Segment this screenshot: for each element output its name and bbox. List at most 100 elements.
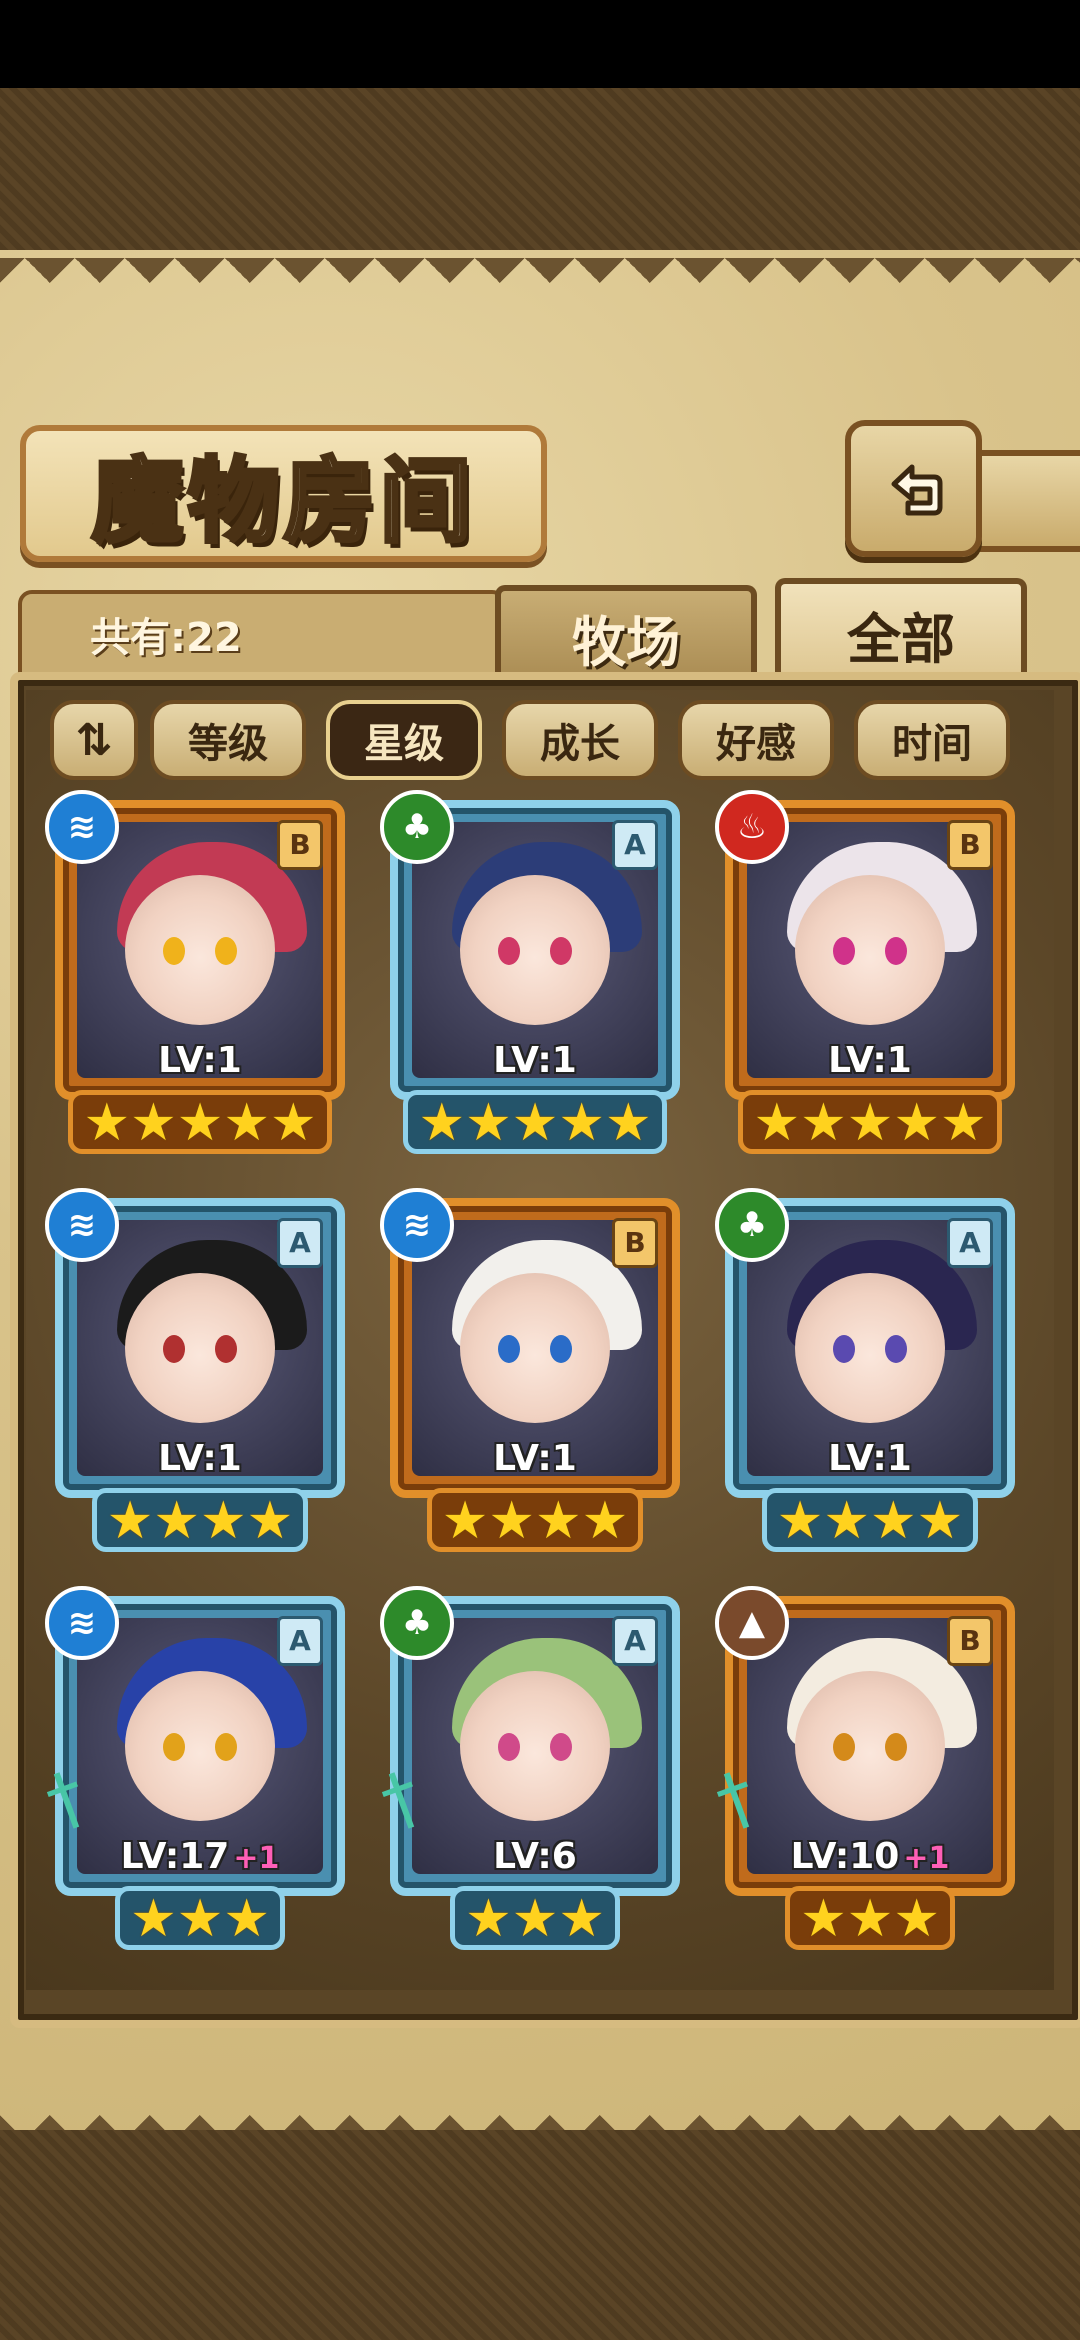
star-icon: ★ [916, 1491, 964, 1551]
star-icon: ★ [846, 1889, 894, 1949]
star-icon: ★ [604, 1093, 652, 1153]
filter-affection-button[interactable]: 好感 [678, 700, 834, 780]
fire-element-icon: ♨ [715, 790, 789, 864]
rank-badge: B [947, 1616, 993, 1666]
title-plate: 魔物房间 [20, 425, 547, 562]
filter-affection-label: 好感 [716, 721, 796, 767]
star-rating-frame: ★ ★ ★ ★ ★ [68, 1090, 332, 1154]
monster-face [125, 875, 275, 1025]
monster-card[interactable]: B LV:1 ≋ ★ ★ ★ ★ ★ [45, 790, 355, 1160]
level-value: LV:1 [158, 1040, 242, 1081]
star-icon: ★ [776, 1491, 824, 1551]
star-icon: ★ [800, 1889, 847, 1949]
star-rating-frame: ★ ★ ★ ★ ★ [403, 1090, 667, 1154]
level-value: LV:1 [158, 1438, 242, 1479]
monster-face [125, 1671, 275, 1821]
filter-time-button[interactable]: 时间 [854, 700, 1010, 780]
wood-element-icon: ♣ [380, 1586, 454, 1660]
star-icon: ★ [223, 1093, 270, 1153]
star-rating-frame: ★ ★ ★ ★ [91, 1488, 309, 1552]
monster-card[interactable]: A LV:1 ♣ ★ ★ ★ ★ [715, 1188, 1025, 1558]
level-value: LV:1 [493, 1438, 577, 1479]
tab-all-label: 全部 [847, 607, 955, 671]
top-zigzag-border [0, 258, 1080, 308]
star-icon: ★ [511, 1093, 559, 1153]
star-rating: ★ ★ ★ ★ ★ [45, 1090, 355, 1154]
star-icon: ★ [800, 1093, 847, 1153]
level-label: LV:1 [733, 1438, 1007, 1479]
monster-count: 共有:22 [90, 615, 242, 661]
star-icon: ★ [200, 1491, 247, 1551]
star-icon: ★ [511, 1889, 559, 1949]
monster-card[interactable]: A LV:17 +1 ≋ † ★ ★ ★ [35, 1586, 355, 1956]
star-rating: ★ ★ ★ ★ [715, 1488, 1025, 1552]
monster-card[interactable]: B LV:1 ≋ ★ ★ ★ ★ [380, 1188, 690, 1558]
water-element-icon: ≋ [45, 1586, 119, 1660]
level-label: LV:1 [398, 1438, 672, 1479]
monster-card[interactable]: B LV:1 ♨ ★ ★ ★ ★ ★ [715, 790, 1025, 1160]
star-icon: ★ [558, 1889, 605, 1949]
star-icon: ★ [846, 1093, 894, 1153]
tab-ranch-label: 牧场 [572, 610, 680, 674]
star-icon: ★ [246, 1491, 294, 1551]
star-rating-frame: ★ ★ ★ ★ [761, 1488, 979, 1552]
star-rating-frame: ★ ★ ★ ★ ★ [738, 1090, 1002, 1154]
star-rating-frame: ★ ★ ★ ★ [426, 1488, 644, 1552]
tab-ranch[interactable]: 牧场 [495, 585, 757, 683]
sort-order-toggle[interactable]: ⇅ [50, 700, 138, 780]
monster-face [460, 1273, 610, 1423]
star-icon: ★ [223, 1889, 270, 1949]
monster-face [795, 875, 945, 1025]
star-icon: ★ [176, 1093, 224, 1153]
rank-badge: B [947, 820, 993, 870]
star-rating: ★ ★ ★ ★ [45, 1488, 355, 1552]
level-value: LV:17 [120, 1836, 230, 1877]
monster-card[interactable]: B LV:10 +1 ▲ † ★ ★ ★ [705, 1586, 1025, 1956]
water-element-icon: ≋ [380, 1188, 454, 1262]
filter-time-label: 时间 [892, 721, 972, 767]
monster-card[interactable]: A LV:1 ≋ ★ ★ ★ ★ [45, 1188, 355, 1558]
star-icon: ★ [130, 1889, 177, 1949]
star-rating: ★ ★ ★ [45, 1886, 355, 1950]
star-icon: ★ [130, 1093, 177, 1153]
rank-badge: A [947, 1218, 993, 1268]
star-icon: ★ [939, 1093, 987, 1153]
star-icon: ★ [83, 1093, 131, 1153]
star-icon: ★ [535, 1491, 582, 1551]
level-value: LV:1 [828, 1040, 912, 1081]
rank-badge: A [612, 820, 658, 870]
tab-all[interactable]: 全部 [775, 578, 1027, 684]
star-icon: ★ [870, 1491, 917, 1551]
filter-level-button[interactable]: 等级 [150, 700, 306, 780]
star-icon: ★ [753, 1093, 801, 1153]
monster-card[interactable]: A LV:6 ♣ † ★ ★ ★ [370, 1586, 690, 1956]
level-value: LV:1 [828, 1438, 912, 1479]
rank-badge: A [277, 1218, 323, 1268]
level-bonus: +1 [903, 1841, 950, 1876]
level-value: LV:6 [493, 1836, 577, 1877]
filter-growth-button[interactable]: 成长 [502, 700, 658, 780]
star-icon: ★ [893, 1093, 940, 1153]
wood-element-icon: ♣ [380, 790, 454, 864]
star-rating: ★ ★ ★ ★ ★ [715, 1090, 1025, 1154]
star-rating: ★ ★ ★ [380, 1886, 690, 1950]
level-bonus: +1 [233, 1841, 280, 1876]
star-icon: ★ [893, 1889, 940, 1949]
star-rating: ★ ★ ★ ★ [380, 1488, 690, 1552]
star-rating-frame: ★ ★ ★ [785, 1886, 955, 1950]
star-icon: ★ [465, 1889, 512, 1949]
star-icon: ★ [465, 1093, 512, 1153]
back-button[interactable] [845, 420, 982, 557]
star-rating-frame: ★ ★ ★ [115, 1886, 285, 1950]
rank-badge: B [612, 1218, 658, 1268]
monster-face [460, 1671, 610, 1821]
monster-face [125, 1273, 275, 1423]
back-arrow-icon [891, 464, 942, 515]
monster-face [460, 875, 610, 1025]
monster-card[interactable]: A LV:1 ♣ ★ ★ ★ ★ ★ [380, 790, 690, 1160]
rank-badge: A [612, 1616, 658, 1666]
star-icon: ★ [176, 1889, 224, 1949]
star-icon: ★ [581, 1491, 629, 1551]
star-icon: ★ [558, 1093, 605, 1153]
filter-star-button[interactable]: 星级 [326, 700, 482, 780]
